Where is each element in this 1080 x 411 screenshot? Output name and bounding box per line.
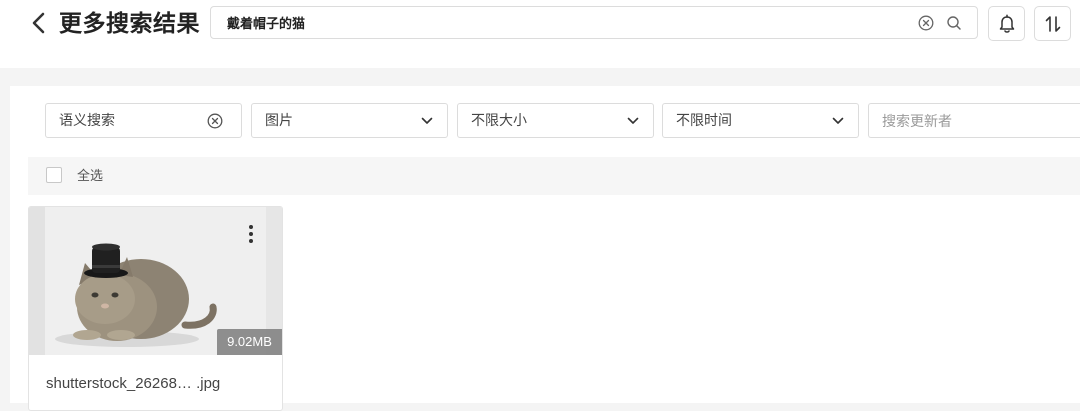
image-thumbnail[interactable]: 9.02MB xyxy=(29,207,282,355)
result-card[interactable]: 9.02MB shutterstock_26268… .jpg xyxy=(28,206,283,411)
file-type-value: 图片 xyxy=(265,112,293,128)
circle-x-icon xyxy=(207,113,223,129)
sort-arrows-icon xyxy=(1045,16,1061,32)
vertical-dots-icon xyxy=(249,225,253,243)
semantic-search-label: 语义搜索 xyxy=(59,112,115,128)
circle-x-icon xyxy=(918,15,934,31)
sort-button[interactable] xyxy=(1034,6,1071,41)
clear-search-button[interactable] xyxy=(918,15,934,31)
back-button[interactable] xyxy=(28,10,50,36)
file-size-value: 不限大小 xyxy=(471,112,527,128)
time-range-dropdown[interactable]: 不限时间 xyxy=(662,103,859,138)
page-title: 更多搜索结果 xyxy=(59,10,200,36)
search-input[interactable] xyxy=(227,7,907,38)
file-size-dropdown[interactable]: 不限大小 xyxy=(457,103,654,138)
top-bar: 更多搜索结果 xyxy=(0,0,1080,68)
notifications-button[interactable] xyxy=(988,6,1025,41)
file-size-badge: 9.02MB xyxy=(217,329,282,355)
time-range-value: 不限时间 xyxy=(676,112,732,128)
updater-search-input[interactable] xyxy=(882,104,1072,137)
clear-semantic-button[interactable] xyxy=(207,113,223,129)
chevron-down-icon xyxy=(421,117,433,124)
bell-icon xyxy=(999,14,1015,33)
chevron-down-icon xyxy=(832,117,844,124)
chevron-left-icon xyxy=(32,12,45,34)
more-options-button[interactable] xyxy=(243,223,259,245)
magnifier-icon xyxy=(947,16,961,30)
file-type-dropdown[interactable]: 图片 xyxy=(251,103,448,138)
search-box[interactable] xyxy=(210,6,978,39)
selection-bar: 全选 xyxy=(28,157,1080,195)
file-name[interactable]: shutterstock_26268… .jpg xyxy=(46,375,220,392)
chevron-down-icon xyxy=(627,117,639,124)
select-all-checkbox[interactable] xyxy=(46,167,62,183)
select-all-label[interactable]: 全选 xyxy=(77,157,103,195)
semantic-search-filter[interactable]: 语义搜索 xyxy=(45,103,242,138)
updater-search-field[interactable] xyxy=(868,103,1080,138)
results-panel: 语义搜索 图片 不限大小 不限时间 全选 xyxy=(10,86,1080,411)
search-button[interactable] xyxy=(946,15,962,31)
